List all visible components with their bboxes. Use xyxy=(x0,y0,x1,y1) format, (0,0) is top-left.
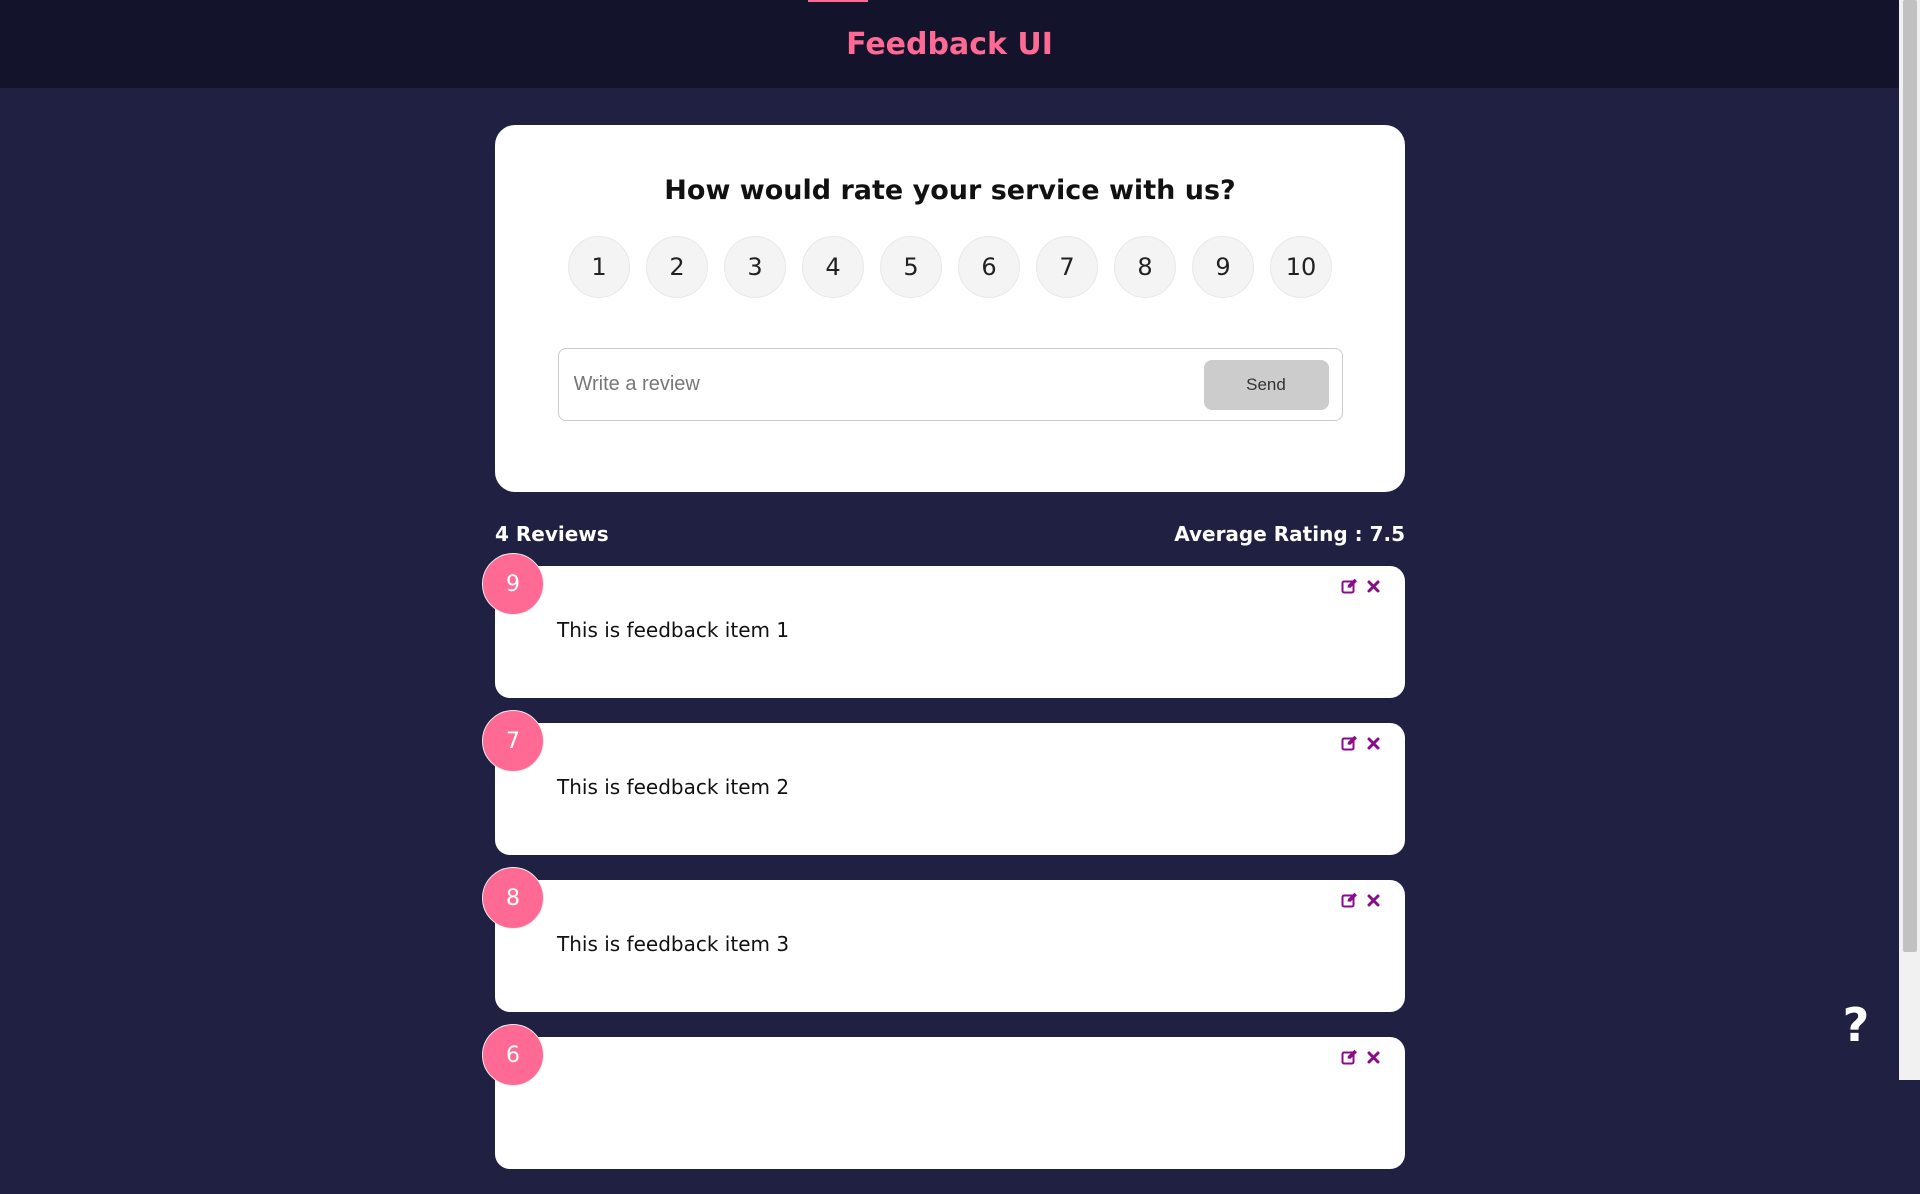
rating-option-4[interactable]: 4 xyxy=(802,236,864,298)
feedback-rating-badge: 6 xyxy=(482,1024,544,1086)
feedback-stats: 4 Reviews Average Rating : 7.5 xyxy=(495,522,1405,546)
feedback-text: This is feedback item 3 xyxy=(557,932,790,956)
feedback-item: 6 xyxy=(482,1024,1405,1169)
feedback-rating-badge: 9 xyxy=(482,553,544,615)
close-icon[interactable] xyxy=(1367,580,1380,593)
feedback-text: This is feedback item 2 xyxy=(557,775,790,799)
main-content: How would rate your service with us? 1 2… xyxy=(482,125,1405,1194)
feedback-actions xyxy=(1341,1049,1380,1065)
review-input[interactable] xyxy=(571,372,1204,397)
feedback-actions xyxy=(1341,735,1380,751)
rating-option-8[interactable]: 8 xyxy=(1114,236,1176,298)
reviews-count: 4 Reviews xyxy=(495,522,609,546)
rating-option-2[interactable]: 2 xyxy=(646,236,708,298)
edit-icon[interactable] xyxy=(1341,892,1358,908)
feedback-list: 9 This is feedback item 1 7 This is feed… xyxy=(482,553,1405,1169)
feedback-item: 9 This is feedback item 1 xyxy=(482,553,1405,698)
rating-option-1[interactable]: 1 xyxy=(568,236,630,298)
edit-icon[interactable] xyxy=(1341,735,1358,751)
close-icon[interactable] xyxy=(1367,1051,1380,1064)
feedback-item: 7 This is feedback item 2 xyxy=(482,710,1405,855)
header-accent-bar xyxy=(808,0,868,2)
rating-option-10[interactable]: 10 xyxy=(1270,236,1332,298)
average-rating: Average Rating : 7.5 xyxy=(1174,522,1405,546)
app-header: Feedback UI xyxy=(0,0,1899,88)
feedback-rating-badge: 7 xyxy=(482,710,544,772)
rating-question: How would rate your service with us? xyxy=(664,175,1236,206)
scrollbar-thumb[interactable] xyxy=(1903,0,1917,952)
close-icon[interactable] xyxy=(1367,737,1380,750)
feedback-item: 8 This is feedback item 3 xyxy=(482,867,1405,1012)
rating-options: 1 2 3 4 5 6 7 8 9 10 xyxy=(495,236,1405,298)
rating-option-7[interactable]: 7 xyxy=(1036,236,1098,298)
rating-option-3[interactable]: 3 xyxy=(724,236,786,298)
edit-icon[interactable] xyxy=(1341,1049,1358,1065)
review-form: Send xyxy=(557,348,1343,421)
app-title: Feedback UI xyxy=(846,26,1053,62)
question-icon[interactable]: ? xyxy=(1836,998,1876,1052)
rating-option-5[interactable]: 5 xyxy=(880,236,942,298)
feedback-actions xyxy=(1341,892,1380,908)
feedback-text: This is feedback item 1 xyxy=(557,618,790,642)
close-icon[interactable] xyxy=(1367,894,1380,907)
send-button[interactable]: Send xyxy=(1203,359,1329,410)
feedback-actions xyxy=(1341,578,1380,594)
edit-icon[interactable] xyxy=(1341,578,1358,594)
rating-option-9[interactable]: 9 xyxy=(1192,236,1254,298)
rating-option-6[interactable]: 6 xyxy=(958,236,1020,298)
rating-card: How would rate your service with us? 1 2… xyxy=(495,125,1405,492)
feedback-rating-badge: 8 xyxy=(482,867,544,929)
